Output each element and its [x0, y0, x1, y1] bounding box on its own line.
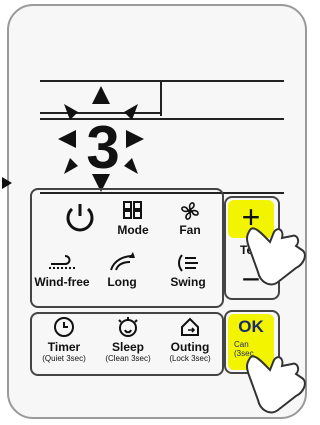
wind-free-label: Wind-free [34, 275, 90, 289]
temperature-digit: 3 [86, 114, 120, 181]
fan-label: Fan [179, 223, 201, 237]
ok-label: OK [238, 317, 264, 336]
outing-label: Outing [170, 340, 210, 354]
wind-free-icon [49, 255, 75, 269]
outing-icon [181, 317, 199, 336]
long-icon [110, 252, 135, 271]
display-divider [160, 80, 162, 116]
swing-icon [178, 254, 198, 272]
swing-label: Swing [170, 275, 206, 289]
hand-pointer-icon [246, 227, 306, 286]
sleep-icon [118, 317, 138, 337]
sleep-sublabel: (Clean 3sec) [105, 354, 151, 363]
hand-pointer-icon-2 [246, 355, 306, 414]
timer-icon [54, 317, 74, 337]
pointer-arrow-icon [2, 177, 12, 189]
sleep-label: Sleep [111, 340, 144, 354]
mode-label: Mode [117, 223, 149, 237]
power-icon [66, 204, 94, 232]
long-label: Long [107, 275, 137, 289]
mode-icon [123, 201, 142, 219]
timer-sublabel: (Quiet 3sec) [42, 354, 86, 363]
outing-sublabel: (Lock 3sec) [169, 354, 211, 363]
timer-label: Timer [47, 340, 81, 354]
display-line-top [40, 80, 284, 82]
fan-icon [181, 202, 199, 220]
